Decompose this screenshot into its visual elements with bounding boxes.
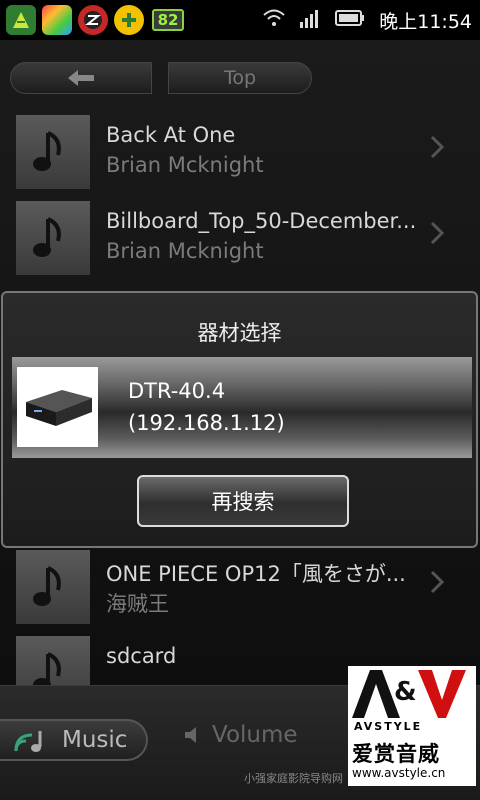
top-button[interactable]: Top bbox=[168, 62, 312, 94]
list-item[interactable]: Billboard_Top_50-December... Brian Mckni… bbox=[0, 201, 480, 287]
song-title: Back At One bbox=[106, 123, 236, 147]
wifi-music-icon bbox=[14, 731, 42, 752]
app-notification-icon bbox=[6, 5, 36, 35]
receiver-device-icon bbox=[17, 367, 98, 447]
logo-url: www.avstyle.cn bbox=[352, 766, 446, 780]
device-name: DTR-40.4 bbox=[128, 379, 226, 403]
battery-icon bbox=[335, 10, 365, 30]
song-artist: Brian Mcknight bbox=[106, 239, 264, 263]
plus-icon bbox=[114, 5, 144, 35]
list-item[interactable]: Back At One Brian Mcknight bbox=[0, 115, 480, 201]
tab-volume-label: Volume bbox=[212, 722, 298, 748]
song-artist: 海贼王 bbox=[106, 592, 169, 616]
logo-subtitle: AVSTYLE bbox=[354, 720, 423, 733]
device-ip: (192.168.1.12) bbox=[128, 411, 285, 435]
logo-chinese-text: 爱赏音威 bbox=[352, 742, 440, 766]
game-icon bbox=[42, 5, 72, 35]
song-title: ONE PIECE OP12「風をさが... bbox=[106, 562, 406, 586]
music-note-icon bbox=[16, 115, 90, 189]
song-title: sdcard bbox=[106, 644, 177, 668]
chevron-right-icon bbox=[430, 221, 444, 245]
wifi-icon bbox=[263, 9, 285, 31]
clock: 晚上11:54 bbox=[379, 10, 472, 33]
chevron-right-icon bbox=[430, 570, 444, 594]
device-list-item[interactable]: DTR-40.4 (192.168.1.12) bbox=[12, 357, 472, 458]
dialog-title: 器材选择 bbox=[197, 321, 282, 345]
list-item[interactable]: ONE PIECE OP12「風をさが... 海贼王 bbox=[0, 550, 480, 636]
z-app-icon bbox=[78, 5, 108, 35]
svg-text:&: & bbox=[394, 677, 417, 707]
speaker-icon bbox=[185, 727, 196, 743]
tab-volume[interactable]: Volume bbox=[182, 722, 298, 748]
rescan-button[interactable]: 再搜索 bbox=[137, 475, 349, 527]
arrow-left-icon bbox=[68, 70, 94, 86]
music-note-icon bbox=[16, 201, 90, 275]
watermark-text: 小强家庭影院导购网 bbox=[244, 772, 343, 785]
signal-icon bbox=[299, 8, 321, 32]
device-select-dialog: 器材选择 DTR-40.4 (192.168.1.12) 再搜索 bbox=[1, 291, 478, 548]
avstyle-logo: & AVSTYLE 爱赏音威 www.avstyle.cn bbox=[348, 666, 476, 786]
tab-music-label: Music bbox=[62, 727, 128, 753]
chevron-right-icon bbox=[430, 135, 444, 159]
song-artist: Brian Mcknight bbox=[106, 153, 264, 177]
song-title: Billboard_Top_50-December... bbox=[106, 209, 417, 233]
back-button[interactable] bbox=[10, 62, 152, 94]
music-note-icon bbox=[16, 550, 90, 624]
tab-music[interactable]: Music bbox=[0, 719, 148, 761]
battery-level-badge: 82 bbox=[152, 9, 184, 31]
status-bar: 82 晚上11:54 bbox=[0, 0, 480, 40]
